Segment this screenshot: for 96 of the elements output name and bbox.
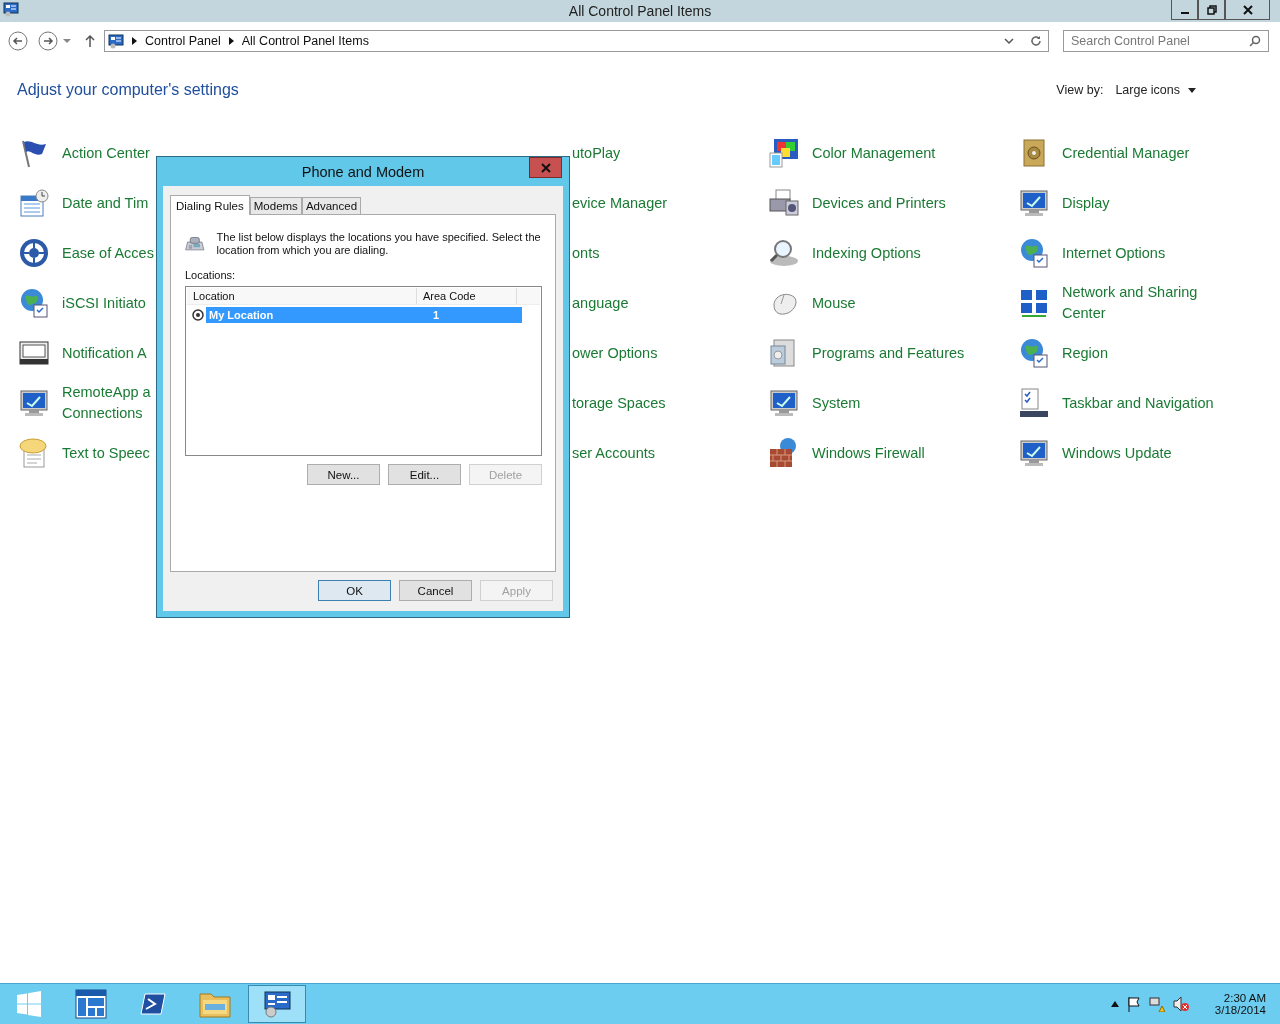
control-panel-link[interactable]: Taskbar and Navigation bbox=[1062, 392, 1214, 414]
forward-button[interactable] bbox=[38, 31, 58, 51]
taskbar-button[interactable] bbox=[248, 985, 306, 1023]
control-panel-link[interactable]: Indexing Options bbox=[812, 242, 921, 264]
control-panel-icon bbox=[108, 33, 124, 49]
search-field[interactable]: Search Control Panel bbox=[1063, 30, 1269, 52]
monitor-icon bbox=[768, 387, 800, 419]
prompt-icon bbox=[140, 993, 166, 1015]
dropdown-arrow-icon[interactable] bbox=[62, 38, 72, 44]
chevron-icon[interactable] bbox=[132, 37, 137, 45]
globe-icon bbox=[18, 287, 50, 319]
tab[interactable]: Dialing Rules bbox=[170, 195, 250, 215]
control-panel-link[interactable]: ser Accounts bbox=[572, 442, 655, 464]
control-panel-link[interactable]: Programs and Features bbox=[812, 342, 965, 364]
monitor-icon bbox=[1018, 437, 1050, 469]
breadcrumb[interactable]: Control Panel bbox=[145, 34, 221, 48]
flag-icon[interactable] bbox=[1126, 996, 1141, 1012]
control-panel-icon bbox=[262, 990, 292, 1018]
control-panel-link[interactable]: ower Options bbox=[572, 342, 658, 364]
minimize-icon bbox=[1180, 11, 1189, 14]
current-location-icon bbox=[192, 308, 204, 321]
windows-logo-icon bbox=[16, 991, 42, 1017]
minimize-button[interactable] bbox=[1171, 0, 1198, 20]
checklist-icon bbox=[1018, 387, 1050, 419]
control-panel-link[interactable]: Notification A bbox=[62, 342, 147, 364]
control-panel-icon[interactable] bbox=[3, 1, 19, 17]
list-action-button[interactable]: Edit... bbox=[388, 464, 461, 485]
page-heading: Adjust your computer's settings bbox=[17, 81, 239, 99]
control-panel-link[interactable]: Region bbox=[1062, 342, 1108, 364]
column-header[interactable]: Location bbox=[187, 288, 417, 304]
column-header[interactable]: Area Code bbox=[417, 288, 517, 304]
control-panel-link[interactable]: Network and Sharing Center bbox=[1062, 282, 1232, 324]
printer-icon bbox=[768, 187, 800, 219]
monitor-icon bbox=[1018, 187, 1050, 219]
close-icon bbox=[540, 162, 551, 173]
list-action-button[interactable]: New... bbox=[307, 464, 380, 485]
control-panel-link[interactable]: Color Management bbox=[812, 142, 936, 164]
dashboard-icon bbox=[75, 989, 107, 1019]
restore-button[interactable] bbox=[1198, 0, 1225, 20]
control-panel-link[interactable]: torage Spaces bbox=[572, 392, 666, 414]
caret-icon bbox=[1188, 87, 1196, 93]
control-panel-link[interactable]: Windows Firewall bbox=[812, 442, 925, 464]
magnifier-icon bbox=[768, 237, 800, 269]
control-panel-link[interactable]: iSCSI Initiato bbox=[62, 292, 146, 314]
control-panel-link[interactable]: System bbox=[812, 392, 861, 414]
globe-icon bbox=[1018, 337, 1050, 369]
calendar-icon bbox=[18, 187, 50, 219]
locations-label: Locations: bbox=[185, 269, 237, 281]
close-icon bbox=[1242, 4, 1253, 15]
monitor-icon bbox=[18, 387, 50, 419]
tab[interactable]: Advanced bbox=[301, 197, 362, 214]
clock-date[interactable]: 3/18/2014 bbox=[1214, 1004, 1266, 1016]
speaker-muted-icon[interactable] bbox=[1172, 996, 1189, 1012]
dial-icon bbox=[18, 237, 50, 269]
dialog-button[interactable]: Cancel bbox=[399, 580, 472, 601]
description-text: The list below displays the locations you have specified. Select the location from which you are dialing. bbox=[216, 231, 542, 257]
control-panel-link[interactable]: RemoteApp a Connections bbox=[62, 382, 151, 424]
control-panel-link[interactable]: Display bbox=[1062, 192, 1110, 214]
control-panel-link[interactable]: Action Center bbox=[62, 142, 150, 164]
window-title: All Control Panel Items bbox=[568, 3, 712, 19]
clock-time[interactable]: 2:30 AM bbox=[1223, 992, 1266, 1004]
control-panel-link[interactable]: Internet Options bbox=[1062, 242, 1166, 264]
search-icon bbox=[1249, 35, 1261, 47]
up-arrow-icon[interactable] bbox=[84, 34, 96, 48]
control-panel-link[interactable]: utoPlay bbox=[572, 142, 621, 164]
restore-icon bbox=[1206, 4, 1217, 15]
chevron-icon[interactable] bbox=[228, 37, 234, 45]
breadcrumb[interactable]: All Control Panel Items bbox=[241, 34, 369, 48]
close-button[interactable] bbox=[529, 157, 562, 178]
color-monitor-icon bbox=[768, 137, 800, 169]
view-by-label: View by: bbox=[1056, 83, 1104, 97]
control-panel-link[interactable]: Credential Manager bbox=[1062, 142, 1190, 164]
control-panel-link[interactable]: Text to Speec bbox=[62, 442, 150, 464]
location-row[interactable]: My Location 1 bbox=[206, 306, 522, 323]
control-panel-link[interactable]: anguage bbox=[572, 292, 629, 314]
tab[interactable]: Modems bbox=[249, 197, 302, 214]
close-button[interactable] bbox=[1225, 0, 1270, 20]
control-panel-link[interactable]: onts bbox=[572, 242, 600, 264]
globe-icon bbox=[1018, 237, 1050, 269]
dialog-button[interactable]: OK bbox=[318, 580, 391, 601]
network-icon[interactable] bbox=[1148, 996, 1165, 1012]
refresh-icon[interactable] bbox=[1030, 35, 1042, 47]
address-bar[interactable]: Control Panel All Control Panel Items bbox=[104, 30, 1049, 52]
network-icon bbox=[1018, 287, 1050, 319]
control-panel-link[interactable]: Date and Tim bbox=[62, 192, 149, 214]
dialog-title: Phone and Modem bbox=[301, 163, 425, 180]
control-panel-link[interactable]: Ease of Acces bbox=[62, 242, 154, 264]
control-panel-link[interactable]: Devices and Printers bbox=[812, 192, 946, 214]
folder-icon bbox=[199, 990, 231, 1018]
back-button[interactable] bbox=[8, 31, 28, 51]
view-by-dropdown[interactable]: Large icons bbox=[1115, 83, 1196, 97]
control-panel-link[interactable]: Windows Update bbox=[1062, 442, 1172, 464]
control-panel-link[interactable]: Mouse bbox=[812, 292, 856, 314]
speech-bubble-icon bbox=[18, 437, 50, 469]
caret-icon[interactable] bbox=[1110, 1001, 1119, 1007]
control-panel-link[interactable]: evice Manager bbox=[572, 192, 668, 214]
